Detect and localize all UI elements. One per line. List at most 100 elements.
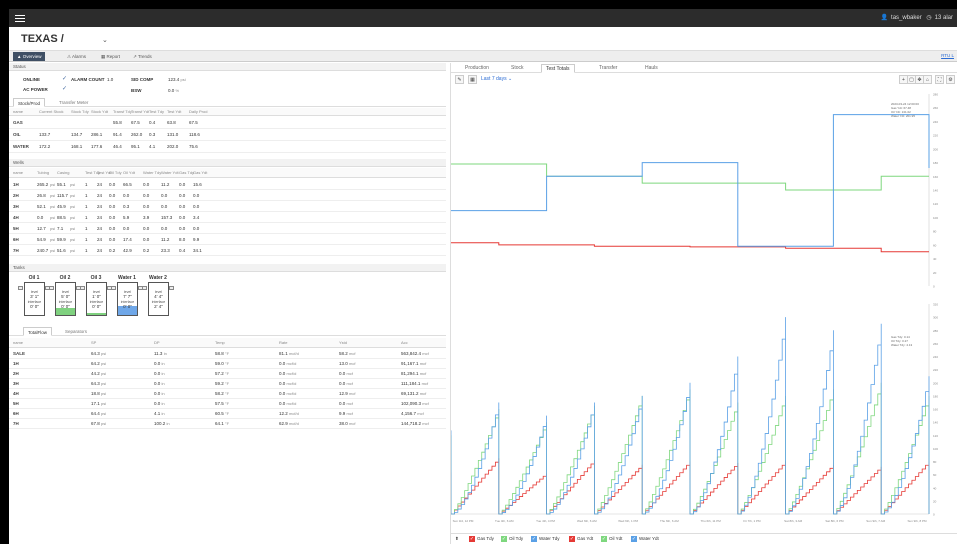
level-value: 7' 7" [123, 294, 132, 299]
series-line-water-tdy[interactable] [451, 317, 930, 515]
checkbox-icon[interactable]: ✓ [501, 536, 507, 542]
unit-label: psi [70, 226, 76, 231]
tooltip-bottom: Gas Tdy: 0.14Oil Tdy: 0.27Water Tdy: 4.1… [891, 335, 913, 347]
table-cell: 11.2 [161, 182, 170, 187]
checkbox-icon[interactable]: ✓ [469, 536, 475, 542]
gear-icon[interactable]: ⚙ [946, 75, 955, 84]
pin-icon[interactable]: ✎ [455, 75, 464, 84]
table-cell: 0.4 [179, 248, 186, 253]
table-cell: 1H [13, 182, 19, 187]
site-name: TEXAS / [21, 33, 64, 45]
table-cell: 262.0 [131, 132, 143, 137]
chevron-down-icon[interactable]: ⌄ [102, 36, 108, 44]
bsw-value: 0.0 % [168, 88, 180, 93]
table-cell: 58.8 °F [215, 349, 229, 359]
table-cell: 0.0 mcf [339, 379, 353, 389]
tab-separators[interactable]: Separators [61, 327, 91, 336]
calendar-icon[interactable]: ▦ [468, 75, 477, 84]
test-totals-chart[interactable]: 0204060801001201401601802002202402602802… [451, 86, 957, 532]
tab-hauls[interactable]: Hauls [641, 64, 662, 73]
table-cell: 1 [85, 204, 88, 209]
unit-label: in [161, 401, 165, 406]
x-tick-label: Sun 3rd, 12 PM [453, 519, 474, 523]
fullscreen-icon[interactable]: ⛶ [935, 75, 944, 84]
legend-item[interactable]: ✓ Gas Ydt [569, 536, 593, 542]
table-cell: 24 [97, 182, 103, 187]
rtu-link[interactable]: RTU L [941, 53, 954, 58]
legend-item[interactable]: ✓ Water Ydt [631, 536, 659, 542]
panel-tabs: Production Stock Test Totals Transfer Ha… [451, 63, 957, 73]
y-tick-label: 180 [933, 394, 938, 398]
legend-item[interactable]: ✓ Gas Tdy [469, 536, 494, 542]
tab-test-totals[interactable]: Test Totals [541, 64, 575, 73]
legend-label: Water Tdy [539, 536, 560, 542]
alarm-count-value: 1.0 [107, 77, 114, 82]
table-cell: 11.3 in [154, 349, 167, 359]
alarm-count-label: ALARM COUNT [71, 77, 105, 82]
clock-icon[interactable]: ◷ [926, 15, 931, 21]
checkbox-icon[interactable]: ✓ [531, 536, 537, 542]
check-icon: ✓ [62, 76, 68, 82]
tab-transfer[interactable]: Transfer [595, 64, 621, 73]
menu-icon[interactable] [15, 13, 25, 23]
interface-value: 2' 4" [154, 304, 163, 309]
chart-toolbar: ✎ ▦ Last 7 days ⌄ + ▢ ✥ ⌂ ⛶ ⚙ [451, 74, 957, 86]
unit-label: psi [50, 193, 56, 198]
interface-value: 0' 0" [30, 304, 39, 309]
tab-stock-prod[interactable]: Stock/Prod [13, 98, 46, 107]
tab-trends[interactable]: ↗ Trends [129, 52, 156, 61]
tab-totalflow[interactable]: TotalFlow [23, 327, 53, 336]
cell-value: 58.2 [215, 391, 224, 396]
table-cell: 177.6 [91, 144, 103, 149]
interface-value: 0' 0" [92, 304, 101, 309]
table-row: SALE 64.3 psi 11.3 in 58.8 °F 81.1 mcf/d 58.2… [9, 349, 446, 359]
tanks-header: Tanks [9, 264, 446, 272]
series-line-oil-ydt[interactable] [451, 163, 929, 191]
unit-label: psi [101, 381, 107, 386]
alarm-count-link[interactable]: 13 alar [935, 15, 953, 21]
tab-alarms[interactable]: ⚠ Alarms [63, 52, 90, 61]
tab-transfer-meter[interactable]: Transfer Meter [55, 98, 92, 107]
y-tick-label: 100 [933, 447, 938, 451]
table-cell: 0.0 [193, 226, 200, 231]
home-icon[interactable]: ⌂ [923, 75, 932, 84]
tab-overview[interactable]: ▲ Overview [13, 52, 46, 61]
cell-value: 563,842.4 [401, 351, 422, 356]
user-name[interactable]: tas_wbaker [891, 15, 922, 21]
site-header: TEXAS / ⌄ [9, 27, 957, 51]
tab-stock[interactable]: Stock [507, 64, 528, 73]
x-tick-label: Fri 7th, 1 PM [743, 519, 761, 523]
table-cell: 157.3 [161, 215, 173, 220]
date-range-select[interactable]: Last 7 days ⌄ [481, 76, 512, 82]
scroll-top-icon[interactable]: ⬆ [455, 536, 459, 542]
cell-value: 60.5 [215, 411, 224, 416]
table-cell: 59.2 °F [215, 379, 229, 389]
unit-label: mcf [349, 361, 356, 366]
table-cell: 0.2 [109, 248, 116, 253]
legend-item[interactable]: ✓ Water Tdy [531, 536, 560, 542]
y-tick-label: 280 [933, 329, 938, 333]
legend-item[interactable]: ✓ Oil Ydt [601, 536, 622, 542]
table-cell: 0.0 [37, 215, 44, 220]
column-header: Temp [215, 340, 225, 345]
unit-label: psi [101, 421, 107, 426]
unit-label: mcf/d [286, 401, 297, 406]
unit-label: in [161, 391, 165, 396]
user-icon[interactable]: 👤 [881, 15, 888, 21]
table-cell: 12.7 [37, 226, 46, 231]
cell-value: 17.1 [91, 401, 100, 406]
tank-body: level 7' 7" interface 0' 0" [117, 282, 138, 316]
tab-production[interactable]: Production [461, 64, 493, 73]
checkbox-icon[interactable]: ✓ [631, 536, 637, 542]
checkbox-icon[interactable]: ✓ [601, 536, 607, 542]
tab-report[interactable]: ▦ Report [97, 52, 124, 61]
series-line-gas-ydt[interactable] [451, 242, 929, 253]
table-row: 4H 0.0 psi 88.5 psi 1 24 0.0 5.9 3.9 157.3 0.0 3.4 [9, 212, 446, 223]
nav-tabs: ▲ Overview ⚠ Alarms ▦ Report ↗ Trends RT… [9, 51, 957, 62]
tank-gauge[interactable]: Water 2 level 4' 4" interface 2' 4" [139, 275, 177, 319]
series-line-water-ydt[interactable] [451, 114, 930, 247]
legend-item[interactable]: ✓ Oil Tdy [501, 536, 523, 542]
checkbox-icon[interactable]: ✓ [569, 536, 575, 542]
table-cell: 0.0 mcf/d [279, 379, 296, 389]
cell-value: 0.0 [154, 381, 161, 386]
